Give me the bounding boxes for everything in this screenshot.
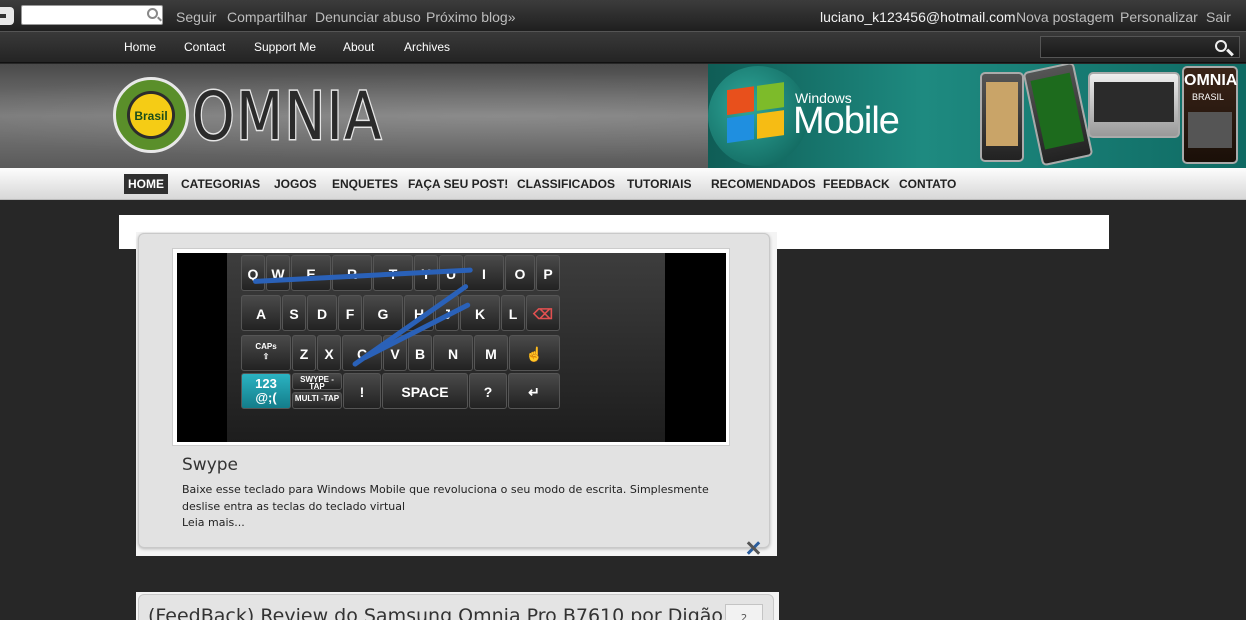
key: Z [292, 335, 316, 371]
space-key: SPACE [382, 373, 468, 409]
swype-icon: ☝ [509, 335, 560, 371]
key: B [408, 335, 432, 371]
swype-tap-key: SWYPE -TAP [292, 373, 342, 391]
category-nav: HOME CATEGORIAS JOGOS ENQUETES FAÇA SEU … [0, 168, 1246, 200]
site-search-input[interactable] [1040, 36, 1240, 58]
user-email: luciano_k123456@hotmail.com [820, 9, 1016, 25]
key: K [460, 295, 500, 331]
site-logo[interactable]: OMNIA [191, 77, 383, 157]
key: G [363, 295, 403, 331]
key: P [536, 255, 560, 291]
key: X [317, 335, 341, 371]
catnav-jogos[interactable]: JOGOS [270, 174, 321, 194]
phone-image [1088, 72, 1180, 138]
key: I [464, 255, 504, 291]
mini-logo-sub: BRASIL [1192, 92, 1225, 102]
banner-mobile-text: Mobile [793, 100, 900, 142]
next-blog-link[interactable]: Próximo blog» [426, 9, 516, 25]
swype-keyboard-image: Q W E R T Y U I O P A S D F G H J K L ⌫ [177, 253, 726, 442]
number-key: 123 @;( [241, 373, 291, 409]
sign-out-link[interactable]: Sair [1206, 9, 1231, 25]
search-icon[interactable] [147, 8, 158, 19]
topnav-home[interactable]: Home [124, 40, 156, 54]
read-more-link[interactable]: Leia mais... [182, 516, 245, 529]
logo-badge[interactable]: Brasil [113, 77, 189, 153]
catnav-categorias[interactable]: CATEGORIAS [177, 174, 264, 194]
windows-flag-icon [727, 82, 785, 144]
search-icon[interactable] [1215, 40, 1227, 52]
key: Q [241, 255, 265, 291]
follow-link[interactable]: Seguir [176, 9, 216, 25]
customize-link[interactable]: Personalizar [1120, 9, 1198, 25]
backspace-key: ⌫ [526, 295, 560, 331]
blogger-navbar: Seguir Compartilhar Denunciar abuso Próx… [0, 0, 1246, 32]
new-post-link[interactable]: Nova postagem [1016, 9, 1114, 25]
post-card: (FeedBack) Review do Samsung Omnia Pro B… [136, 592, 779, 620]
key: E [291, 255, 331, 291]
excl-key: ! [343, 373, 381, 409]
topnav-about[interactable]: About [343, 40, 374, 54]
post-title[interactable]: (FeedBack) Review do Samsung Omnia Pro B… [148, 605, 723, 620]
key: A [241, 295, 281, 331]
top-nav: Home Contact Support Me About Archives [0, 32, 1246, 63]
navbar-search-input[interactable] [21, 5, 163, 25]
catnav-faca-seu-post[interactable]: FAÇA SEU POST! [404, 174, 512, 194]
topnav-contact[interactable]: Contact [184, 40, 225, 54]
logo-badge-text: Brasil [134, 109, 168, 123]
catnav-enquetes[interactable]: ENQUETES [328, 174, 402, 194]
key: F [338, 295, 362, 331]
topnav-archives[interactable]: Archives [404, 40, 450, 54]
mini-logo: OMNIA [1184, 72, 1238, 89]
key: D [307, 295, 337, 331]
post-thumbnail[interactable]: Q W E R T Y U I O P A S D F G H J K L ⌫ [172, 248, 730, 446]
site-header: Brasil OMNIA Windows Mobile OMNIA BRASIL [0, 64, 1246, 168]
catnav-classificados[interactable]: CLASSIFICADOS [513, 174, 619, 194]
multi-tap-key: MULTI -TAP [292, 392, 342, 409]
comment-count-badge[interactable]: 2 [725, 604, 763, 620]
key: N [433, 335, 473, 371]
post-card: Q W E R T Y U I O P A S D F G H J K L ⌫ [136, 232, 777, 556]
topnav-support-me[interactable]: Support Me [254, 40, 316, 54]
key: S [282, 295, 306, 331]
catnav-feedback[interactable]: FEEDBACK [819, 174, 894, 194]
blogger-logo-icon[interactable] [0, 7, 14, 25]
key: W [266, 255, 290, 291]
share-link[interactable]: Compartilhar [227, 9, 307, 25]
key: O [505, 255, 535, 291]
catnav-contato[interactable]: CONTATO [895, 174, 960, 194]
phone-image [980, 72, 1024, 162]
key: L [501, 295, 525, 331]
post-excerpt: Baixe esse teclado para Windows Mobile q… [182, 483, 709, 513]
catnav-recomendados[interactable]: RECOMENDADOS [707, 174, 820, 194]
catnav-tutoriais[interactable]: TUTORIAIS [623, 174, 695, 194]
post-title[interactable]: Swype [182, 455, 238, 475]
catnav-home[interactable]: HOME [124, 174, 168, 194]
edit-post-icon[interactable] [744, 540, 764, 556]
caps-key: CAPs ⇧ [241, 335, 291, 371]
key: M [474, 335, 508, 371]
report-abuse-link[interactable]: Denunciar abuso [315, 9, 421, 25]
enter-key: ↵ [508, 373, 560, 409]
quest-key: ? [469, 373, 507, 409]
